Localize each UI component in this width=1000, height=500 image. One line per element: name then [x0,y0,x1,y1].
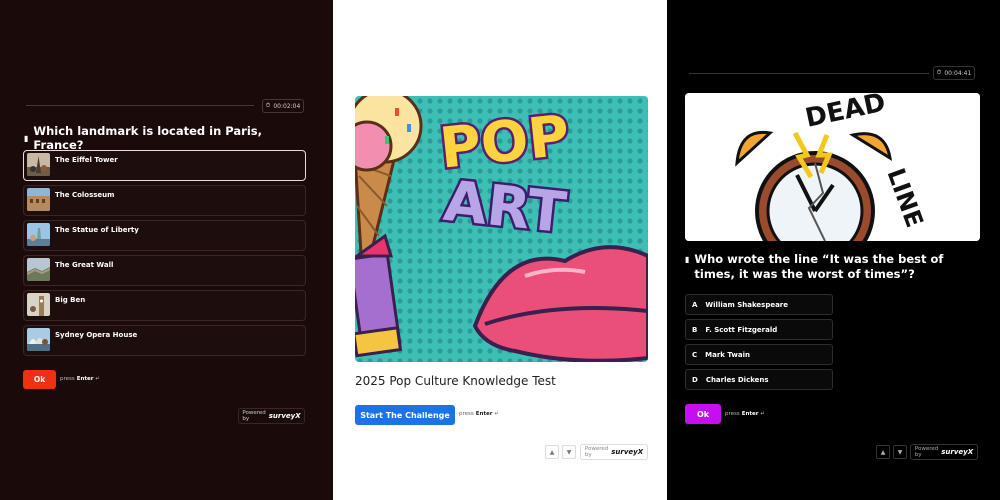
powered-by-badge[interactable]: Powered by surveyX [580,444,648,460]
chevron-down-icon[interactable]: ▼ [562,445,576,459]
timer-badge: ⏱ 00:04:41 [933,66,975,80]
ok-button[interactable]: Ok [23,370,56,389]
hero-text-art: ART [441,169,569,246]
enter-key-text: Enter [76,376,94,382]
answer-option[interactable]: The Eiffel Tower [23,150,306,181]
answer-option[interactable]: Sydney Opera House [23,325,306,356]
question-heading: ▮ Which landmark is located in Paris, Fr… [24,124,314,152]
answer-option[interactable]: Big Ben [23,290,306,321]
survey-welcome-panel: POP ART 2025 Pop Culture Knowledge Test … [333,0,667,500]
powered-by-badge[interactable]: Powered by surveyX [910,444,978,460]
start-challenge-button[interactable]: Start The Challenge [355,405,455,425]
pop-art-illustration: POP ART [355,96,648,362]
eiffel-tower-thumbnail [27,153,50,176]
great-wall-thumbnail [27,258,50,281]
progress-track [689,73,929,74]
answer-option[interactable]: B F. Scott Fitzgerald [685,319,833,340]
press-text: press [459,411,474,417]
answer-label: Mark Twain [705,350,750,359]
enter-key-text: Enter [741,411,759,417]
answer-options: A William Shakespeare B F. Scott Fitzger… [685,294,833,394]
survey-title: 2025 Pop Culture Knowledge Test [355,374,556,388]
question-text: Which landmark is located in Paris, Fran… [33,124,262,152]
powered-by-badge[interactable]: Powered by surveyX [238,408,305,424]
answer-option[interactable]: The Statue of Liberty [23,220,306,251]
keyboard-hint: press Enter ↵ [60,376,100,382]
colosseum-thumbnail [27,188,50,211]
enter-key-icon: ↵ [95,376,101,382]
powered-by-text: Powered by [584,446,609,458]
powered-by-text: Powered by [242,410,266,422]
enter-key-icon: ↵ [494,411,500,417]
statue-of-liberty-thumbnail [27,223,50,246]
answer-options: The Eiffel Tower The Colosseum The Statu… [23,150,306,360]
stopwatch-icon: ⏱ [936,69,942,76]
answer-label: The Eiffel Tower [55,156,118,164]
option-letter: C [692,350,698,359]
answer-label: Big Ben [55,296,86,304]
question-heading: ▮ Who wrote the line “It was the best of… [685,252,985,282]
answer-option[interactable]: A William Shakespeare [685,294,833,315]
option-letter: D [692,375,698,384]
press-text: press [725,411,740,417]
ok-button[interactable]: Ok [685,404,721,424]
question-number-icon: ▮ [685,255,690,264]
enter-key-text: Enter [475,411,493,417]
chevron-up-icon[interactable]: ▲ [876,445,890,459]
question-number-icon: ▮ [24,133,29,143]
option-letter: A [692,300,698,309]
answer-option[interactable]: D Charles Dickens [685,369,833,390]
sydney-opera-house-thumbnail [27,328,50,351]
press-text: press [60,376,75,382]
chevron-up-icon[interactable]: ▲ [545,445,559,459]
chevron-down-icon[interactable]: ▼ [893,445,907,459]
answer-option[interactable]: C Mark Twain [685,344,833,365]
big-ben-thumbnail [27,293,50,316]
answer-label: F. Scott Fitzgerald [705,325,778,334]
answer-label: The Statue of Liberty [55,226,139,234]
question-text: Who wrote the line “It was the best of t… [694,252,944,281]
answer-label: Sydney Opera House [55,331,138,339]
stopwatch-icon: ⏱ [265,102,271,109]
progress-track [26,105,254,106]
answer-label: The Colosseum [55,191,115,199]
surveyx-logo: surveyX [268,412,301,420]
enter-key-icon: ↵ [760,411,766,417]
keyboard-hint: press Enter ↵ [459,411,499,417]
powered-by-text: Powered by [914,446,939,458]
answer-option[interactable]: The Colosseum [23,185,306,216]
literature-quiz-panel: ⏱ 00:04:41 DEAD LINE ▮ Who wrote the lin… [667,0,1000,500]
surveyx-logo: surveyX [611,448,644,456]
landmark-quiz-panel: ⏱ 00:02:04 ▮ Which landmark is located i… [0,0,333,500]
keyboard-hint: press Enter ↵ [725,411,765,417]
deadline-clock-image: DEAD LINE [685,93,980,241]
surveyx-logo: surveyX [941,448,974,456]
answer-option[interactable]: The Great Wall [23,255,306,286]
answer-label: The Great Wall [55,261,114,269]
answer-label: William Shakespeare [705,300,789,309]
timer-value: 00:04:41 [944,69,972,77]
deadline-illustration: DEAD LINE [685,93,980,241]
answer-label: Charles Dickens [705,375,769,384]
timer-badge: ⏱ 00:02:04 [262,99,304,113]
option-letter: B [692,325,698,334]
timer-value: 00:02:04 [273,102,301,110]
pop-art-hero-image: POP ART [355,96,648,362]
